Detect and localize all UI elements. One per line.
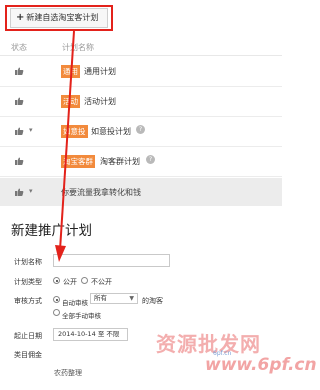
watermark-url: www.6pf.cn — [205, 355, 317, 375]
watermark-text: 资源批发网 — [156, 332, 261, 356]
